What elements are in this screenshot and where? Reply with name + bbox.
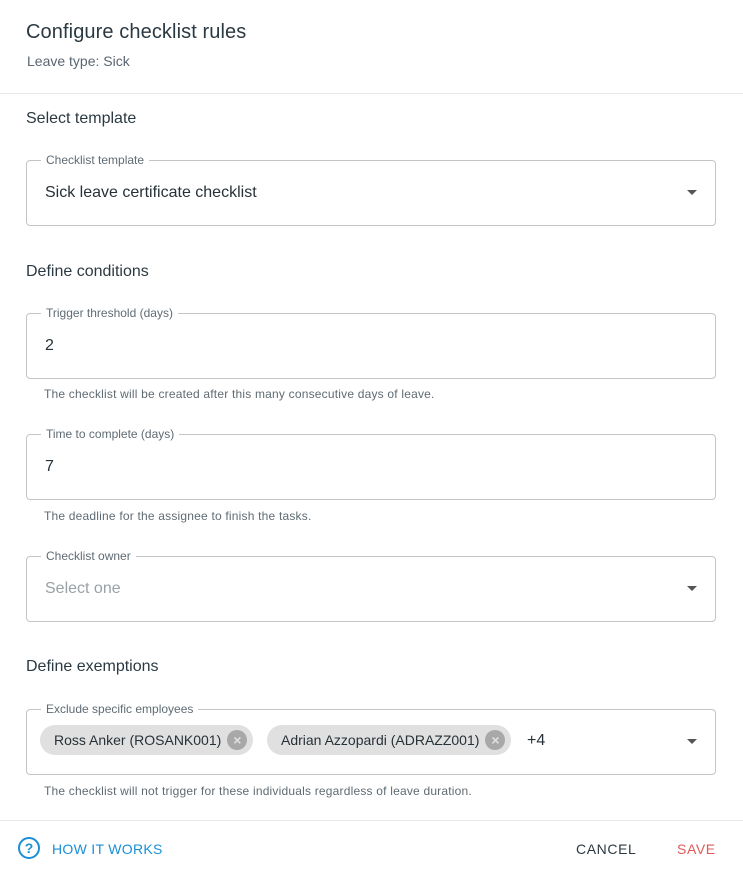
cancel-button[interactable]: CANCEL [576,841,636,857]
section-title-template: Select template [26,110,137,127]
how-it-works-link[interactable]: HOW IT WORKS [52,841,163,857]
time-to-complete-input[interactable]: Time to complete (days) 7 [26,426,716,500]
question-circle-icon[interactable]: ? [18,837,40,859]
time-to-complete-helper: The deadline for the assignee to finish … [44,509,312,523]
section-title-exemptions: Define exemptions [26,658,159,675]
caret-down-icon[interactable] [687,190,697,195]
employee-chip-label: Adrian Azzopardi (ADRAZZ001) [281,732,480,748]
section-title-conditions: Define conditions [26,263,149,280]
trigger-threshold-helper: The checklist will be created after this… [44,387,435,401]
exclude-employees-label: Exclude specific employees [41,701,199,717]
checklist-template-select[interactable]: Checklist template Sick leave certificat… [26,152,716,226]
exclude-employees-helper: The checklist will not trigger for these… [44,784,472,798]
caret-down-icon[interactable] [687,586,697,591]
employee-chip[interactable]: Ross Anker (ROSANK001) × [40,725,254,755]
checklist-owner-select[interactable]: Checklist owner Select one [26,548,716,622]
checklist-owner-placeholder: Select one [45,580,121,597]
dialog-header: Configure checklist rules Leave type: Si… [0,0,743,94]
trigger-threshold-value: 2 [45,337,54,354]
employee-chip[interactable]: Adrian Azzopardi (ADRAZZ001) × [267,725,512,755]
checklist-owner-label: Checklist owner [41,548,136,564]
trigger-threshold-label: Trigger threshold (days) [41,305,178,321]
dialog-footer: ? HOW IT WORKS CANCEL SAVE [0,820,743,875]
checklist-template-label: Checklist template [41,152,150,168]
trigger-threshold-input[interactable]: Trigger threshold (days) 2 [26,305,716,379]
save-button[interactable]: SAVE [677,841,716,857]
close-circle-icon[interactable]: × [227,730,248,750]
caret-down-icon[interactable] [687,739,697,744]
employee-chip-label: Ross Anker (ROSANK001) [54,732,222,748]
time-to-complete-label: Time to complete (days) [41,426,180,442]
configure-checklist-dialog: Configure checklist rules Leave type: Si… [0,0,743,875]
time-to-complete-value: 7 [45,458,54,475]
close-circle-icon[interactable]: × [485,730,506,750]
dialog-subtitle: Leave type: Sick [27,53,130,69]
more-count: +4 [527,732,546,749]
exclude-employees-select[interactable]: Exclude specific employees Ross Anker (R… [26,701,716,775]
dialog-title: Configure checklist rules [26,21,247,43]
checklist-template-value: Sick leave certificate checklist [45,184,257,201]
